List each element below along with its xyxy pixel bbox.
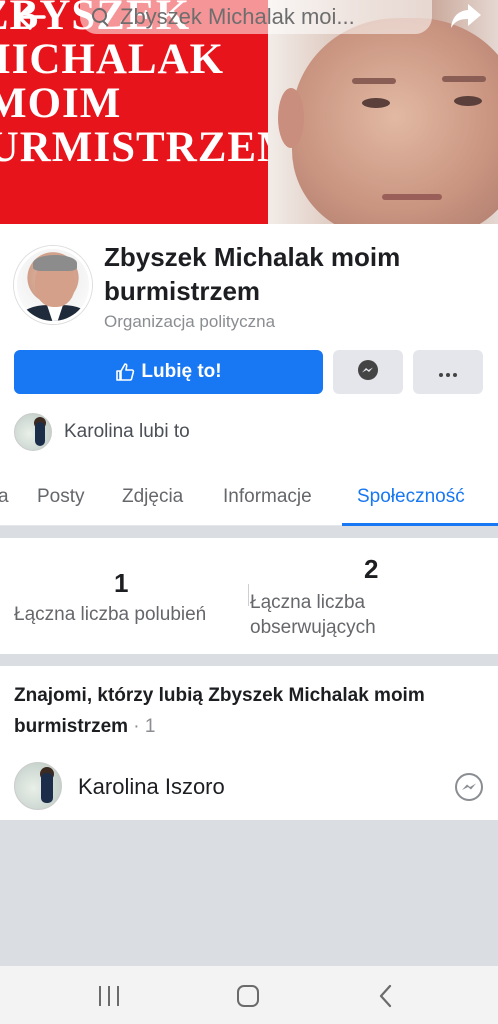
list-item[interactable]: Karolina Iszoro <box>14 762 486 812</box>
more-options-button[interactable] <box>413 350 483 394</box>
messenger-icon <box>357 359 379 386</box>
friend-like-text: Karolina lubi to <box>64 421 190 442</box>
home-icon[interactable] <box>237 985 259 1007</box>
portrait-eye <box>454 96 482 106</box>
friend-avatar-body <box>41 773 53 803</box>
followers-count: 2 <box>364 554 379 584</box>
likes-count: 1 <box>114 568 129 598</box>
cover-line-2: MICHALAK <box>0 36 225 83</box>
tab-posts[interactable]: Posty <box>37 486 85 508</box>
friend-avatar[interactable] <box>14 762 62 810</box>
avatar-hair <box>33 255 77 271</box>
messenger-button[interactable] <box>333 350 403 394</box>
profile-avatar[interactable] <box>14 246 92 324</box>
tab-partial[interactable]: a <box>0 486 9 508</box>
back-arrow-icon[interactable] <box>14 2 48 32</box>
portrait-eye <box>362 98 390 108</box>
followers-label-line2: obserwujących <box>250 617 376 638</box>
active-tab-indicator <box>342 523 498 526</box>
stats-divider <box>248 584 249 606</box>
tab-photos[interactable]: Zdjęcia <box>122 486 183 508</box>
like-button-label: Lubię to! <box>141 361 222 382</box>
search-text: Zbyszek Michalak moi... <box>120 4 355 29</box>
thumbs-up-icon <box>115 362 135 382</box>
portrait-brow <box>352 78 396 84</box>
messenger-icon[interactable] <box>454 772 484 802</box>
search-icon <box>90 6 112 28</box>
system-navigation-bar <box>0 966 498 1024</box>
portrait-mouth <box>382 194 442 200</box>
recents-icon[interactable] <box>99 986 119 1006</box>
more-icon <box>438 361 458 384</box>
share-icon[interactable] <box>448 0 484 32</box>
portrait-face <box>278 18 498 224</box>
likes-label: Łączna liczba polubień <box>14 604 207 625</box>
page-header: Zbyszek Michalak moim burmistrzem Organi… <box>0 224 498 526</box>
back-icon[interactable] <box>378 984 392 1008</box>
friends-who-like: Znajomi, którzy lubią Zbyszek Michalak m… <box>0 666 498 820</box>
friends-title: Znajomi, którzy lubią Zbyszek Michalak m… <box>14 680 484 742</box>
friends-title-text: Znajomi, którzy lubią Zbyszek Michalak m… <box>14 685 425 737</box>
friend-name[interactable]: Karolina Iszoro <box>78 774 225 800</box>
followers-label-line1: Łączna liczba <box>250 592 366 613</box>
community-stats: 1 Łączna liczba polubień 2 Łączna liczba… <box>0 538 498 654</box>
friend-avatar-body <box>35 422 45 446</box>
friend-like-row[interactable]: Karolina lubi to <box>14 412 190 452</box>
portrait-ear <box>278 88 304 148</box>
cover-line-4: BURMISTRZEM <box>0 124 299 171</box>
friends-count: · 1 <box>128 716 156 737</box>
like-button[interactable]: Lubię to! <box>14 350 323 394</box>
tab-community[interactable]: Społeczność <box>357 486 465 508</box>
portrait-brow <box>442 76 486 82</box>
friend-avatar <box>14 413 52 451</box>
tab-about[interactable]: Informacje <box>223 486 312 508</box>
search-input[interactable]: Zbyszek Michalak moi... <box>80 0 432 34</box>
cover-line-3: MOIM <box>0 80 122 127</box>
page-title: Zbyszek Michalak moim burmistrzem <box>104 242 401 306</box>
page-category[interactable]: Organizacja polityczna <box>104 312 275 332</box>
page-tabs: a Posty Zdjęcia Informacje Społeczność <box>0 472 498 526</box>
top-bar: Zbyszek Michalak moi... <box>0 0 498 36</box>
